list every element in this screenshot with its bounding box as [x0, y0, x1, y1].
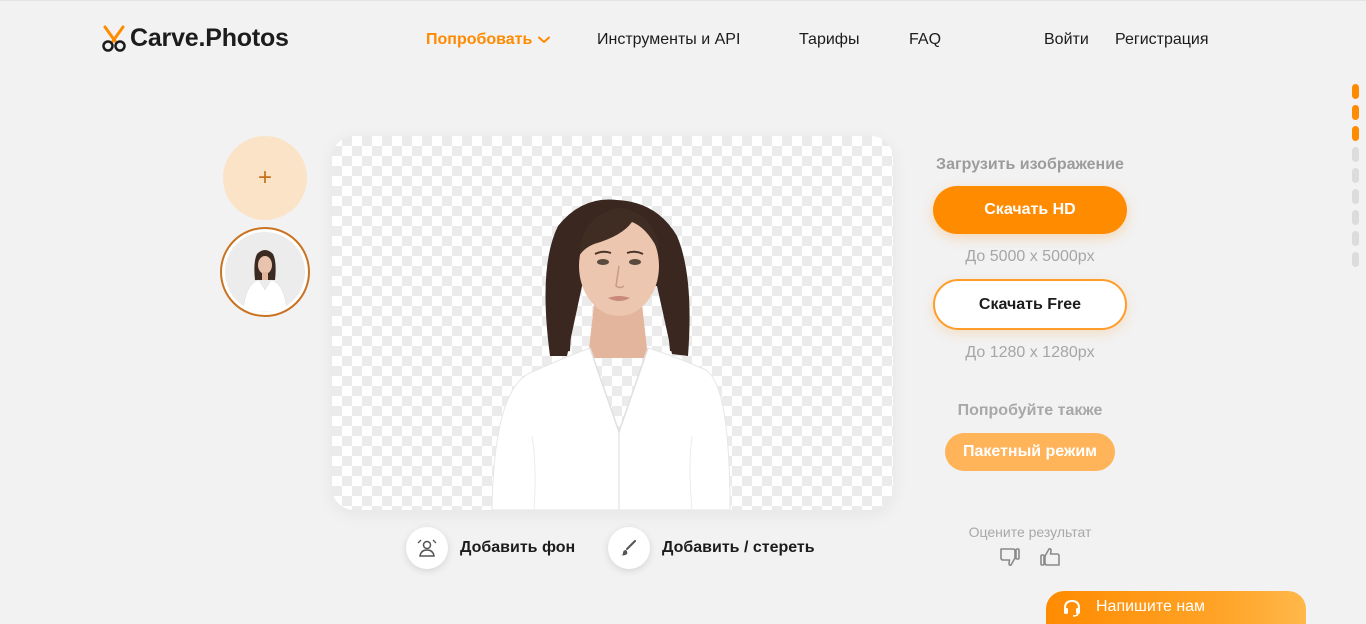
free-size-note: До 1280 x 1280px [965, 344, 1095, 361]
upload-image-label[interactable]: Загрузить изображение [930, 156, 1130, 174]
chevron-down-icon [538, 36, 551, 43]
scroll-dot-active[interactable] [1352, 84, 1359, 99]
nav-try-label: Попробовать [426, 31, 533, 48]
scroll-dot[interactable] [1352, 252, 1359, 267]
add-image-button[interactable]: + [223, 136, 307, 220]
nav-faq[interactable]: FAQ [909, 31, 941, 49]
scroll-dot[interactable] [1352, 210, 1359, 225]
scroll-dot[interactable] [1352, 147, 1359, 162]
scroll-dot-active[interactable] [1352, 126, 1359, 141]
scroll-dot-active[interactable] [1352, 105, 1359, 120]
nav-prices[interactable]: Тарифы [799, 31, 859, 49]
thumbs-up-icon[interactable] [1038, 545, 1062, 569]
background-icon [406, 527, 448, 569]
nav-try[interactable]: Попробовать [426, 31, 551, 49]
try-also-label: Попробуйте также [957, 402, 1103, 419]
logo-text: Carve.Photos [130, 24, 289, 52]
chat-label: Напишите нам [1096, 598, 1206, 615]
add-erase-label: Добавить / стереть [662, 539, 815, 556]
download-hd-button[interactable]: Скачать HD [933, 186, 1127, 234]
scroll-dot[interactable] [1352, 189, 1359, 204]
chat-widget[interactable]: Напишите нам [1046, 591, 1306, 624]
add-background-tool[interactable]: Добавить фон [406, 527, 575, 569]
batch-mode-button[interactable]: Пакетный режим [945, 433, 1115, 471]
register-link[interactable]: Регистрация [1115, 31, 1209, 49]
download-free-button[interactable]: Скачать Free [933, 279, 1127, 330]
scroll-dot[interactable] [1352, 168, 1359, 183]
headset-icon [1064, 599, 1080, 617]
thumbs-down-icon[interactable] [998, 545, 1022, 569]
login-link[interactable]: Войти [1044, 31, 1089, 49]
hd-size-note: До 5000 x 5000px [965, 248, 1095, 265]
add-erase-tool[interactable]: Добавить / стереть [608, 527, 815, 569]
plus-icon: + [257, 164, 272, 191]
result-preview [332, 136, 893, 510]
top-border [0, 0, 1366, 1]
logo[interactable]: Carve.Photos [101, 24, 289, 53]
brush-icon [608, 527, 650, 569]
add-background-label: Добавить фон [460, 539, 576, 556]
thumbnail-photo [225, 232, 305, 312]
subject-image [491, 199, 731, 510]
scroll-dot[interactable] [1352, 231, 1359, 246]
nav-tools-api[interactable]: Инструменты и API [597, 31, 740, 49]
scissors-logo-icon [102, 25, 126, 52]
image-thumbnail[interactable] [220, 227, 310, 317]
rate-result-label: Оцените результат [968, 524, 1092, 540]
